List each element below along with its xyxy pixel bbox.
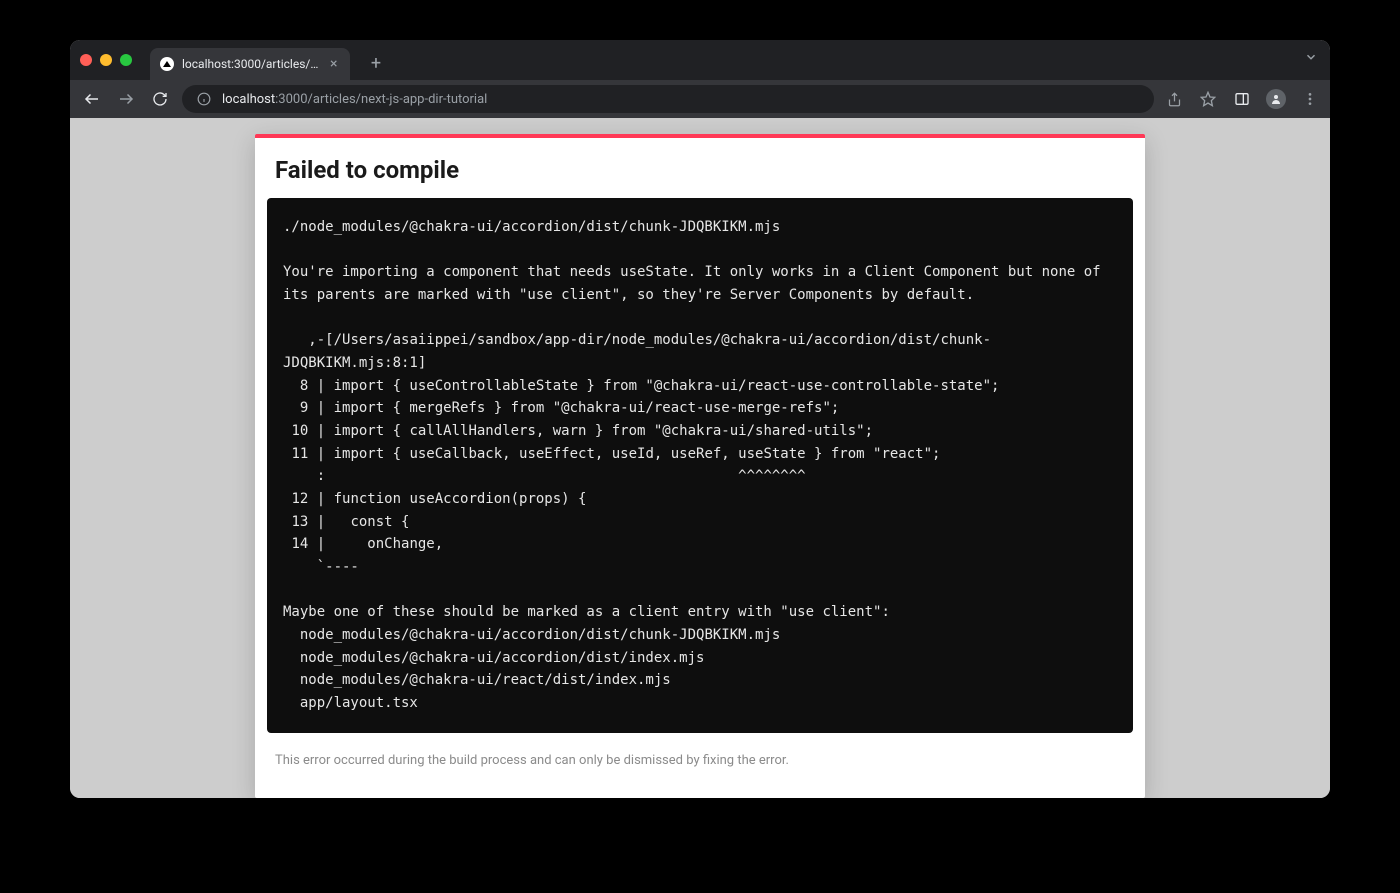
maximize-window-button[interactable] — [120, 54, 132, 66]
close-tab-button[interactable]: × — [330, 57, 337, 71]
error-footer: This error occurred during the build pro… — [255, 745, 1145, 778]
share-icon[interactable] — [1164, 89, 1184, 109]
new-tab-button[interactable]: + — [364, 51, 388, 75]
bookmark-icon[interactable] — [1198, 89, 1218, 109]
favicon-icon — [160, 57, 174, 71]
profile-avatar[interactable] — [1266, 89, 1286, 109]
url-host: localhost — [222, 92, 275, 107]
url-text: localhost:3000/articles/next-js-app-dir-… — [222, 92, 487, 107]
browser-tab[interactable]: localhost:3000/articles/next-js × — [150, 48, 350, 80]
expand-tabs-button[interactable] — [1304, 50, 1318, 64]
tab-strip: localhost:3000/articles/next-js × + — [70, 40, 1330, 80]
close-window-button[interactable] — [80, 54, 92, 66]
browser-window: localhost:3000/articles/next-js × + loca… — [70, 40, 1330, 798]
tab-title: localhost:3000/articles/next-js — [182, 57, 322, 71]
address-bar[interactable]: localhost:3000/articles/next-js-app-dir-… — [182, 85, 1154, 113]
error-header: Failed to compile — [255, 138, 1145, 198]
plus-icon: + — [371, 53, 381, 74]
error-overlay: Failed to compile ./node_modules/@chakra… — [255, 134, 1145, 798]
error-code-block: ./node_modules/@chakra-ui/accordion/dist… — [267, 198, 1133, 733]
url-path: :3000/articles/next-js-app-dir-tutorial — [275, 92, 487, 107]
forward-button[interactable] — [114, 87, 138, 111]
toolbar-right — [1164, 89, 1320, 109]
side-panel-icon[interactable] — [1232, 89, 1252, 109]
site-info-icon[interactable] — [194, 89, 214, 109]
menu-icon[interactable] — [1300, 89, 1320, 109]
minimize-window-button[interactable] — [100, 54, 112, 66]
browser-viewport: Failed to compile ./node_modules/@chakra… — [70, 118, 1330, 798]
error-title: Failed to compile — [275, 156, 1125, 184]
reload-button[interactable] — [148, 87, 172, 111]
browser-toolbar: localhost:3000/articles/next-js-app-dir-… — [70, 80, 1330, 118]
window-controls — [80, 54, 132, 66]
back-button[interactable] — [80, 87, 104, 111]
